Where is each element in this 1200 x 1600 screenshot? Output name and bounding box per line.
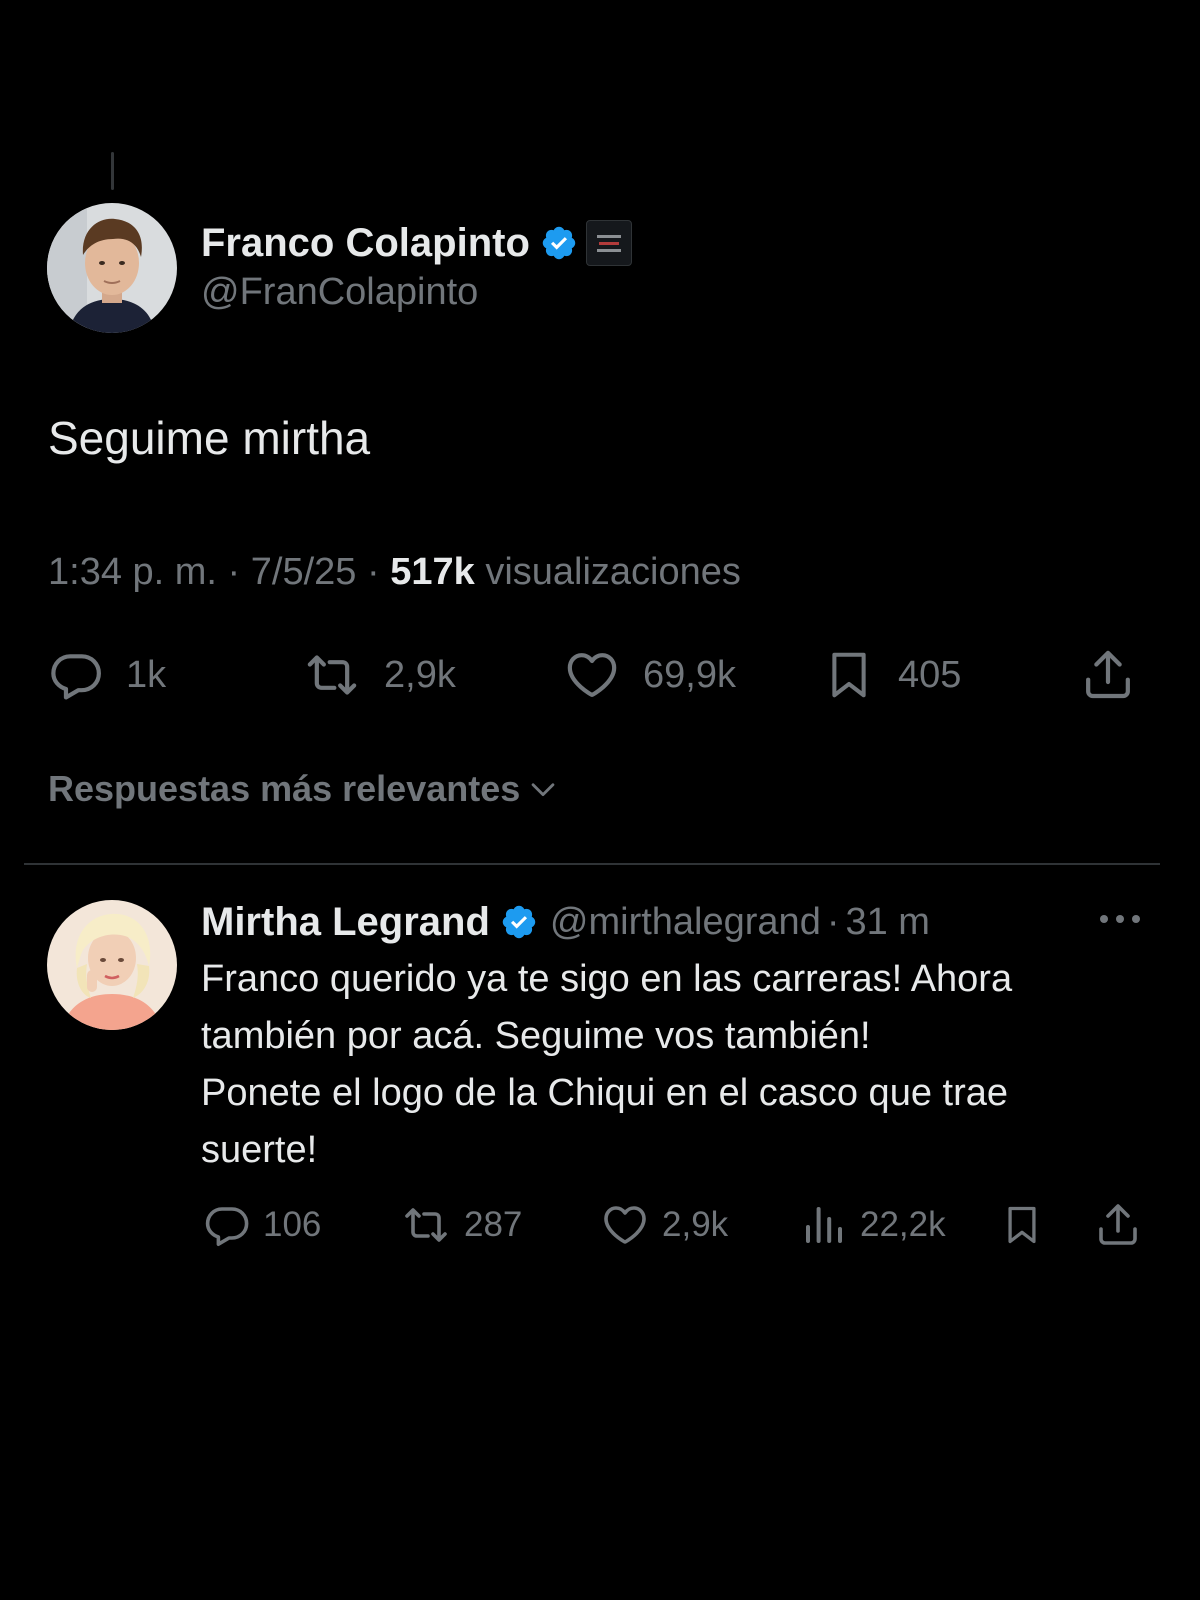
- reply-author-avatar[interactable]: [47, 900, 177, 1030]
- affiliate-badge-icon[interactable]: [585, 220, 632, 266]
- repost-icon: [307, 655, 357, 695]
- reply-views-count: 22,2k: [860, 1205, 946, 1244]
- reply-views-button[interactable]: 22,2k: [800, 1198, 946, 1252]
- tweet-time[interactable]: 1:34 p. m.: [48, 551, 217, 593]
- reply-like-button[interactable]: 2,9k: [600, 1198, 728, 1252]
- reply-text-line: Ponete el logo de la Chiqui en el casco …: [201, 1072, 1008, 1114]
- meta-separator: ·: [227, 551, 241, 593]
- views-icon: [806, 1207, 842, 1243]
- reply-action-bar: 106 287 2,9k 22,2k: [0, 1198, 1200, 1252]
- tweet-action-bar: 1k 2,9k 69,9k 405: [0, 645, 1200, 705]
- author-name-row: Franco Colapinto: [201, 218, 632, 268]
- reply-text-line: también por acá. Seguime vos también!: [201, 1015, 871, 1057]
- reply-time[interactable]: 31 m: [845, 901, 929, 944]
- reply-text: Franco querido ya te sigo en las carrera…: [201, 951, 1141, 1179]
- section-divider: [24, 863, 1160, 865]
- tweet-date[interactable]: 7/5/25: [251, 551, 357, 593]
- reply-meta-separator: ·: [826, 900, 840, 943]
- reply-icon: [51, 654, 101, 700]
- author-name[interactable]: Franco Colapinto: [201, 221, 530, 266]
- reply-author-handle[interactable]: @mirthalegrand: [550, 901, 821, 944]
- heart-icon: [604, 1206, 646, 1244]
- like-button[interactable]: 69,9k: [563, 645, 736, 705]
- reply-repost-count: 287: [464, 1205, 523, 1244]
- chevron-down-icon: [531, 783, 555, 797]
- author-handle[interactable]: @FranColapinto: [201, 271, 478, 314]
- views-label: visualizaciones: [485, 551, 741, 593]
- meta-separator: ·: [366, 551, 380, 593]
- reply-share-button[interactable]: [1094, 1198, 1142, 1252]
- reply-author-name[interactable]: Mirtha Legrand: [201, 900, 490, 945]
- replies-sort-label: Respuestas más relevantes: [48, 768, 521, 809]
- reply-bookmark-button[interactable]: [1000, 1198, 1044, 1252]
- repost-icon: [405, 1208, 447, 1242]
- reply-button[interactable]: 1k: [48, 645, 166, 705]
- reply-reply-button[interactable]: 106: [203, 1198, 321, 1252]
- views-count: 517k: [390, 551, 475, 593]
- share-button[interactable]: [1080, 645, 1136, 705]
- reply-reply-count: 106: [263, 1205, 322, 1244]
- reply-text-line: suerte!: [201, 1129, 318, 1171]
- bookmark-icon: [832, 652, 866, 698]
- bookmark-count: 405: [898, 653, 962, 696]
- reply-text-line: Franco querido ya te sigo en las carrera…: [201, 958, 1013, 1000]
- author-avatar[interactable]: [47, 203, 177, 333]
- repost-count: 2,9k: [384, 653, 456, 696]
- verified-badge-icon[interactable]: [500, 903, 538, 941]
- reply-icon: [205, 1207, 249, 1246]
- tweet-text: Seguime mirtha: [48, 412, 371, 464]
- reply-header: Mirtha Legrand @mirthalegrand · 31 m: [201, 897, 930, 947]
- heart-icon: [567, 653, 617, 697]
- like-count: 69,9k: [643, 653, 736, 696]
- verified-badge-icon[interactable]: [540, 224, 578, 262]
- replies-sort-dropdown[interactable]: Respuestas más relevantes: [48, 768, 560, 810]
- reply-repost-button[interactable]: 287: [400, 1198, 522, 1252]
- reply-count: 1k: [126, 653, 167, 696]
- bookmark-button[interactable]: 405: [822, 645, 961, 705]
- tweet-meta: 1:34 p. m. · 7/5/25 · 517k visualizacion…: [48, 551, 741, 594]
- bookmark-icon: [1008, 1206, 1036, 1244]
- share-icon: [1099, 1204, 1137, 1245]
- thread-connector-line: [111, 152, 114, 190]
- reply-like-count: 2,9k: [662, 1205, 729, 1244]
- repost-button[interactable]: 2,9k: [302, 645, 456, 705]
- more-icon[interactable]: [1098, 912, 1142, 926]
- share-icon: [1086, 650, 1130, 699]
